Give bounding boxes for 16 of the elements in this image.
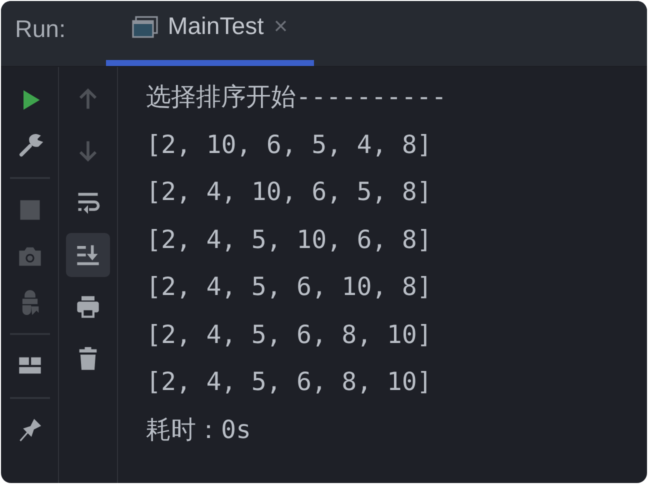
console-line: 选择排序开始---------- [146, 81, 448, 113]
console-line: [2, 4, 5, 6, 8, 10] [146, 366, 433, 398]
tab-title: MainTest [168, 12, 264, 42]
pin-icon[interactable] [16, 417, 42, 443]
console-line: [2, 10, 6, 5, 4, 8] [146, 128, 433, 160]
wrench-icon[interactable] [16, 133, 42, 159]
console-line: 耗时：0s [146, 414, 252, 446]
console-line: [2, 4, 5, 6, 10, 8] [146, 271, 433, 303]
console-line: [2, 4, 10, 6, 5, 8] [146, 176, 433, 208]
run-label: Run: [15, 15, 66, 45]
console-line: [2, 4, 5, 10, 6, 8] [146, 224, 433, 256]
printer-icon[interactable] [75, 294, 101, 320]
window-icon [132, 16, 158, 38]
run-tab[interactable]: MainTest × [106, 1, 314, 66]
console-line: [2, 4, 5, 6, 8, 10] [146, 318, 433, 350]
scroll-to-end-toggle[interactable] [66, 233, 110, 277]
